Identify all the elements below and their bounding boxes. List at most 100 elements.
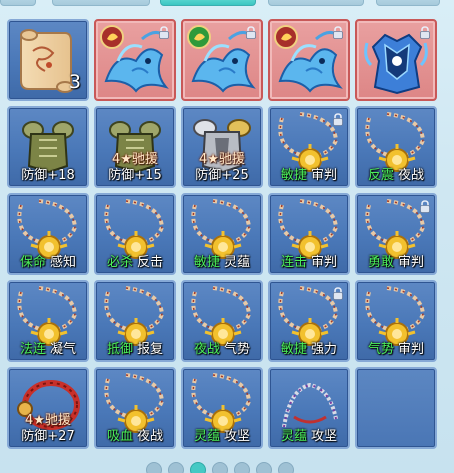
inventory-slot[interactable]: 吸血 夜战 <box>94 367 176 449</box>
tab-2[interactable] <box>52 0 150 6</box>
page-dot[interactable] <box>234 462 250 473</box>
primary-skill: 灵蕴 <box>193 429 220 444</box>
primary-skill: 保命 <box>19 255 46 270</box>
tab-4[interactable] <box>268 0 364 6</box>
inventory-slot[interactable]: 反震 夜战 <box>355 106 437 188</box>
secondary-skill: 凝气 <box>50 342 77 357</box>
primary-skill: 抵御 <box>106 342 133 357</box>
item-skill-label: 灵蕴 攻坚 <box>183 429 261 445</box>
item-skill-label: 抵御 报复 <box>96 342 174 358</box>
item-skill-label: 夜战 气势 <box>183 342 261 358</box>
primary-skill: 勇敢 <box>367 255 394 270</box>
inventory-slot[interactable]: 敏捷 灵蕴 <box>181 193 263 275</box>
inventory-slot[interactable]: 4★驰援 防御+25 <box>181 106 263 188</box>
lock-icon <box>332 285 344 300</box>
item-count: 3 <box>68 71 81 93</box>
lock-icon <box>158 24 170 39</box>
inventory-slot[interactable]: 气势 审判 <box>355 280 437 362</box>
lock-icon <box>332 111 344 126</box>
secondary-skill: 审判 <box>311 255 338 270</box>
item-skill-label: 敏捷 强力 <box>270 342 348 358</box>
tab-1[interactable] <box>0 0 36 6</box>
inventory-slot[interactable]: 敏捷 强力 <box>268 280 350 362</box>
item-skill-label: 勇敢 审判 <box>357 255 435 271</box>
lock-icon <box>332 24 344 39</box>
page-dot[interactable] <box>146 462 162 473</box>
inventory-slot[interactable]: 防御+18 <box>7 106 89 188</box>
item-skill-label: 必杀 反击 <box>96 255 174 271</box>
item-stat-label: 防御+18 <box>21 168 75 183</box>
inventory-slot[interactable]: 连击 审判 <box>268 193 350 275</box>
secondary-skill: 攻坚 <box>224 429 251 444</box>
empty-slot[interactable] <box>355 367 437 449</box>
item-skill-label: 保命 感知 <box>9 255 87 271</box>
inventory-slot[interactable]: 必杀 反击 <box>94 193 176 275</box>
item-stat-label: 防御+27 <box>21 429 75 444</box>
inventory-slot[interactable]: 勇敢 审判 <box>355 193 437 275</box>
page-dot[interactable] <box>278 462 294 473</box>
inventory-slot[interactable]: 灵蕴 攻坚 <box>268 367 350 449</box>
star-rating-text: 4★驰援 <box>25 413 71 428</box>
inventory-slot[interactable]: 敏捷 审判 <box>268 106 350 188</box>
primary-skill: 敏捷 <box>280 168 307 183</box>
secondary-skill: 夜战 <box>398 168 425 183</box>
item-skill-label: 敏捷 灵蕴 <box>183 255 261 271</box>
secondary-skill: 攻坚 <box>311 429 338 444</box>
inventory-slot[interactable]: 4★驰援 防御+27 <box>7 367 89 449</box>
page-dot[interactable] <box>190 462 206 473</box>
secondary-skill: 审判 <box>398 342 425 357</box>
inventory-slot[interactable] <box>268 19 350 101</box>
inventory-slot[interactable]: 3 <box>7 19 89 101</box>
primary-skill: 夜战 <box>193 342 220 357</box>
primary-skill: 连击 <box>280 255 307 270</box>
secondary-skill: 审判 <box>311 168 338 183</box>
inventory-slot[interactable]: 保命 感知 <box>7 193 89 275</box>
item-skill-label: 连击 审判 <box>270 255 348 271</box>
primary-skill: 法连 <box>19 342 46 357</box>
inventory-slot[interactable]: 灵蕴 攻坚 <box>181 367 263 449</box>
item-stat-label: 防御+25 <box>195 168 249 183</box>
inventory-slot[interactable] <box>181 19 263 101</box>
inventory-slot[interactable]: 法连 凝气 <box>7 280 89 362</box>
secondary-skill: 报复 <box>137 342 164 357</box>
secondary-skill: 气势 <box>224 342 251 357</box>
secondary-skill: 灵蕴 <box>224 255 251 270</box>
item-skill-label: 灵蕴 攻坚 <box>270 429 348 445</box>
star-rating-text: 4★驰援 <box>112 152 158 167</box>
item-skill-label: 敏捷 审判 <box>270 168 348 184</box>
item-skill-label: 吸血 夜战 <box>96 429 174 445</box>
inventory-slot[interactable] <box>94 19 176 101</box>
tab-3[interactable] <box>160 0 256 6</box>
lock-icon <box>419 24 431 39</box>
item-stat-label: 防御+15 <box>108 168 162 183</box>
secondary-skill: 反击 <box>137 255 164 270</box>
item-skill-label: 反震 夜战 <box>357 168 435 184</box>
primary-skill: 必杀 <box>106 255 133 270</box>
secondary-skill: 感知 <box>50 255 77 270</box>
inventory-grid: 3 防御+18 4★驰援 防御+15 4★驰援 防御+25 敏捷 审判 反震 夜… <box>7 19 437 449</box>
primary-skill: 灵蕴 <box>280 429 307 444</box>
star-rating-text: 4★驰援 <box>199 152 245 167</box>
secondary-skill: 审判 <box>398 255 425 270</box>
lock-icon <box>245 24 257 39</box>
primary-skill: 敏捷 <box>280 342 307 357</box>
page-indicator <box>146 462 306 473</box>
secondary-skill: 强力 <box>311 342 338 357</box>
top-tab-bar <box>0 0 454 8</box>
primary-skill: 敏捷 <box>193 255 220 270</box>
inventory-slot[interactable]: 4★驰援 防御+15 <box>94 106 176 188</box>
inventory-slot[interactable]: 夜战 气势 <box>181 280 263 362</box>
page-dot[interactable] <box>212 462 228 473</box>
secondary-skill: 夜战 <box>137 429 164 444</box>
primary-skill: 吸血 <box>106 429 133 444</box>
item-skill-label: 气势 审判 <box>357 342 435 358</box>
tab-5[interactable] <box>376 0 440 6</box>
page-dot[interactable] <box>168 462 184 473</box>
lock-icon <box>419 198 431 213</box>
primary-skill: 气势 <box>367 342 394 357</box>
inventory-slot[interactable] <box>355 19 437 101</box>
primary-skill: 反震 <box>367 168 394 183</box>
page-dot[interactable] <box>256 462 272 473</box>
inventory-slot[interactable]: 抵御 报复 <box>94 280 176 362</box>
item-skill-label: 法连 凝气 <box>9 342 87 358</box>
